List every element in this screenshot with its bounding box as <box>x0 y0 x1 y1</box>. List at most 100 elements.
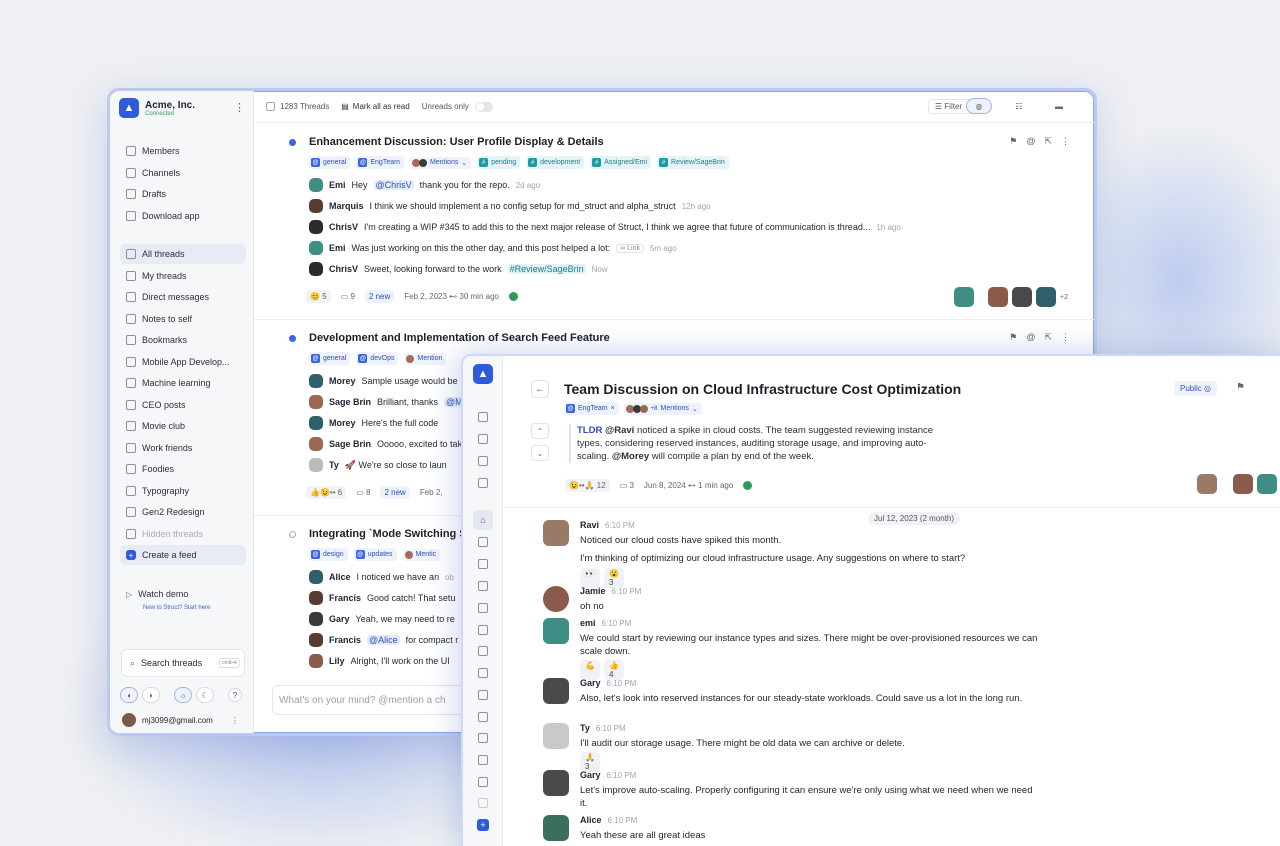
mentions-dropdown[interactable]: Mentic <box>402 548 441 561</box>
message-preview[interactable]: ChrisV Sweet, looking forward to the work… <box>309 262 608 276</box>
message-preview[interactable]: Marquis I think we should implement a no … <box>309 199 711 213</box>
mention[interactable]: @Ravi <box>605 425 634 436</box>
tag-chip[interactable]: @ design <box>309 548 348 561</box>
message-preview[interactable]: Francis @Alice for compact r <box>309 633 458 647</box>
reaction-chip[interactable]: 👍 4 <box>603 660 624 680</box>
watch-demo-link[interactable]: ▷ Watch demo <box>120 584 246 604</box>
tag-chip[interactable]: @ devOps <box>356 352 399 365</box>
visibility-badge[interactable]: Public ◎ <box>1173 381 1217 396</box>
message-preview[interactable]: Gary Yeah, we may need to re <box>309 612 455 626</box>
reaction-chip[interactable]: 💪 <box>580 660 600 680</box>
watch-demo-subtitle[interactable]: New to Struct? Start here <box>143 605 210 611</box>
sidebar-item-work-friends[interactable]: Work friends <box>120 438 246 458</box>
thread-card[interactable]: Enhancement Discussion: User Profile Dis… <box>254 91 1094 319</box>
mention[interactable]: @Morey <box>612 451 649 462</box>
sidebar-item-channels[interactable]: Channels <box>120 163 246 183</box>
more-vertical-icon[interactable]: ⋮ <box>1061 332 1070 343</box>
reaction-chip[interactable]: 🙏 3 <box>580 752 600 772</box>
tag-chip[interactable]: @ EngTeam <box>356 156 404 169</box>
sidebar-item-foodies[interactable]: Foodies <box>120 459 246 479</box>
tag-chip[interactable]: @ EngTeam × <box>564 402 619 415</box>
reaction-chip[interactable]: 👀 <box>580 568 600 588</box>
feed-icon[interactable] <box>478 581 488 591</box>
film-icon[interactable] <box>478 690 488 700</box>
home-icon[interactable]: ⌂ <box>473 510 493 530</box>
tag-chip[interactable]: @ general <box>309 352 351 365</box>
message-preview[interactable]: Morey Sample usage would be <box>309 374 458 388</box>
sidebar-item-ceo-posts[interactable]: CEO posts <box>120 395 246 415</box>
plus-icon[interactable]: + <box>477 819 489 831</box>
sidebar-item-download[interactable]: Download app <box>120 206 246 226</box>
back-arrow-icon[interactable]: ← <box>531 380 549 398</box>
org-logo-icon[interactable]: ▲ <box>473 364 493 384</box>
mention-icon[interactable]: @ <box>1026 332 1035 343</box>
mention[interactable]: @ChrisV <box>373 180 414 190</box>
hidden-icon[interactable] <box>478 798 488 808</box>
mentions-dropdown[interactable]: Mentions ⌄ <box>409 156 472 169</box>
sidebar-item-machine-learning[interactable]: Machine learning <box>120 373 246 393</box>
tag-chip[interactable]: # Assigned/Emi <box>590 156 652 169</box>
tag-chip[interactable]: @ updates <box>353 548 397 561</box>
sidebar-item-direct-messages[interactable]: Direct messages <box>120 287 246 307</box>
channels-icon[interactable] <box>478 434 488 444</box>
org-switcher[interactable]: ▲ Acme, Inc. Connected <box>119 98 195 118</box>
dark-mode-icon[interactable]: ☾ <box>196 687 214 703</box>
hashtag[interactable]: #Review/SageBrin <box>507 264 586 274</box>
tag-chip[interactable]: # pending <box>477 156 521 169</box>
thread-title[interactable]: Integrating `Mode Switching S <box>309 528 467 540</box>
message-preview[interactable]: Morey Here's the full code <box>309 416 438 430</box>
sound-on-icon[interactable]: ◖ <box>120 687 138 703</box>
feed-icon[interactable] <box>478 668 488 678</box>
tag-chip[interactable]: # development <box>526 156 585 169</box>
mentions-dropdown[interactable]: Mention <box>404 352 447 365</box>
search-threads-button[interactable]: ⌕ Search threads cmd+k <box>121 649 245 677</box>
more-vertical-icon[interactable]: ⋮ <box>231 716 239 725</box>
message-preview[interactable]: Emi Hey @ChrisV thank you for the repo. 2d a… <box>309 178 540 192</box>
tag-chip[interactable]: @ general <box>309 156 351 169</box>
mention[interactable]: @Alice <box>367 635 400 645</box>
message-preview[interactable]: Sage Brin Brilliant, thanks @M <box>309 395 465 409</box>
members-icon[interactable] <box>478 412 488 422</box>
user-account[interactable]: mj3099@gmail.com ⋮ <box>122 713 239 727</box>
thread-title[interactable]: Development and Implementation of Search… <box>309 332 610 344</box>
create-feed-button[interactable]: + Create a feed <box>120 545 246 565</box>
feed-icon[interactable] <box>478 537 488 547</box>
message-preview[interactable]: Sage Brin Ooooo, excited to tak <box>309 437 462 451</box>
close-icon[interactable]: × <box>611 405 615 412</box>
message-preview[interactable]: Ty 🚀 We're so close to laun <box>309 458 447 472</box>
sidebar-item-mobile-app[interactable]: Mobile App Develop... <box>120 352 246 372</box>
sidebar-item-hidden-threads[interactable]: Hidden threads <box>120 524 246 544</box>
tag-chip[interactable]: # Review/SageBrin <box>657 156 729 169</box>
stamp-icon[interactable] <box>478 755 488 765</box>
sidebar-item-movie-club[interactable]: Movie club <box>120 416 246 436</box>
drafts-icon[interactable] <box>478 456 488 466</box>
chevron-down-icon[interactable]: ⌄ <box>531 445 549 461</box>
palette-icon[interactable] <box>478 777 488 787</box>
phone-icon[interactable] <box>478 625 488 635</box>
sidebar-item-drafts[interactable]: Drafts <box>120 184 246 204</box>
message-preview[interactable]: Emi Was just working on this the other da… <box>309 241 677 255</box>
smile-icon[interactable] <box>478 712 488 722</box>
download-icon[interactable] <box>478 478 488 488</box>
sidebar-item-typography[interactable]: Typography <box>120 481 246 501</box>
link-chip[interactable]: ∞ Link <box>616 243 644 253</box>
message-preview[interactable]: Lily Alright, I'll work on the UI <box>309 654 450 668</box>
message-preview[interactable]: ChrisV I'm creating a WIP #345 to add thi… <box>309 220 901 234</box>
food-icon[interactable] <box>478 733 488 743</box>
light-mode-icon[interactable]: ☼ <box>174 687 192 703</box>
mentions-dropdown[interactable]: +8 Mentions ⌄ <box>623 402 702 415</box>
reaction-chip[interactable]: 😮 3 <box>603 568 624 588</box>
sidebar-item-all-threads[interactable]: All threads <box>120 244 246 264</box>
mention-icon[interactable]: @ <box>1026 136 1035 147</box>
replies-chip[interactable]: ▭ 3 <box>620 481 634 490</box>
thread-title[interactable]: Enhancement Discussion: User Profile Dis… <box>309 136 604 148</box>
feed-icon[interactable] <box>478 559 488 569</box>
sidebar-item-notes[interactable]: Notes to self <box>120 309 246 329</box>
robot-icon[interactable] <box>478 646 488 656</box>
sidebar-item-my-threads[interactable]: My threads <box>120 266 246 286</box>
bookmark-icon[interactable] <box>478 603 488 613</box>
sidebar-item-members[interactable]: Members <box>120 141 246 161</box>
more-vertical-icon[interactable]: ⋮ <box>1061 136 1070 147</box>
message-preview[interactable]: Alice I noticed we have an ob <box>309 570 454 584</box>
open-external-icon[interactable]: ⇱ <box>1044 332 1052 343</box>
